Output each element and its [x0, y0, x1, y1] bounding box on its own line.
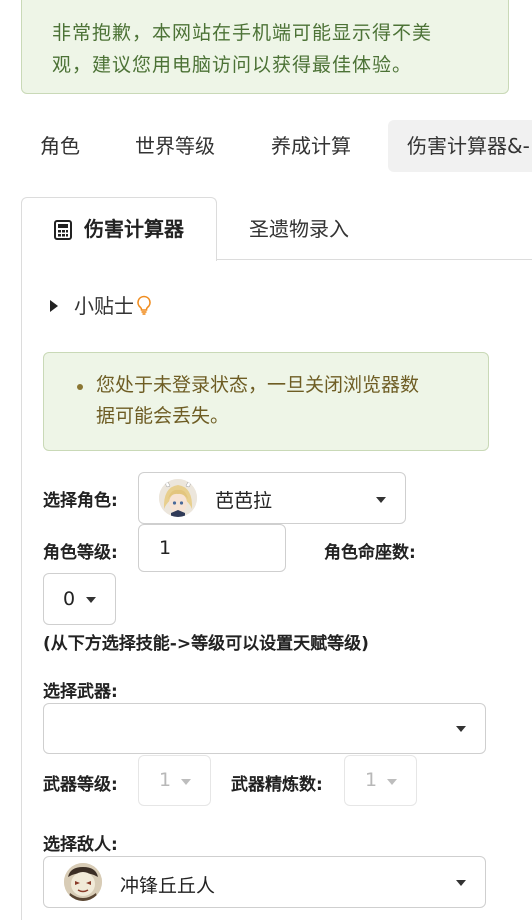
chevron-down-icon [376, 497, 386, 503]
tips-toggle[interactable]: 小贴士 [50, 290, 152, 322]
chevron-down-icon [387, 779, 397, 785]
enemy-select[interactable]: 冲锋丘丘人 [43, 856, 486, 908]
chevron-down-icon [456, 880, 466, 886]
level-label: 角色等级: [43, 543, 118, 563]
subtab-damage-calculator-label: 伤害计算器 [84, 217, 184, 241]
tips-label: 小贴士 [74, 294, 134, 318]
weapon-level-value: 1 [159, 769, 172, 791]
enemy-avatar [64, 863, 102, 901]
enemy-label: 选择敌人: [43, 835, 118, 855]
constellation-label: 角色命座数: [324, 543, 416, 563]
lightbulb-icon [137, 295, 151, 315]
bullet-dot [77, 384, 83, 390]
level-value: 1 [159, 537, 172, 559]
calculator-icon [54, 220, 72, 240]
alert-line-1: 您处于未登录状态，一旦关闭浏览器数 [96, 374, 420, 396]
hilichurl-portrait-icon [64, 863, 102, 901]
chevron-down-icon [456, 726, 466, 732]
tab-world-level[interactable]: 世界等级 [135, 120, 215, 172]
weapon-level-select[interactable]: 1 [138, 755, 211, 806]
refine-label: 武器精炼数: [231, 775, 323, 795]
notice-line-1: 非常抱歉，本网站在手机端可能显示得不美 [52, 22, 433, 44]
alert-line-2: 据可能会丢失。 [96, 405, 230, 427]
top-tab-bar: 角色 世界等级 养成计算 伤害计算器&- [0, 120, 532, 172]
enemy-value: 冲锋丘丘人 [120, 875, 216, 897]
character-label: 选择角色: [43, 491, 118, 511]
weapon-label: 选择武器: [43, 682, 118, 702]
subtab-damage-calculator[interactable]: 伤害计算器 [21, 197, 217, 261]
chevron-down-icon [86, 597, 96, 603]
character-avatar [159, 479, 197, 517]
chevron-down-icon [181, 779, 191, 785]
notice-line-2: 观，建议您用电脑访问以获得最佳体验。 [52, 54, 413, 76]
character-value: 芭芭拉 [215, 490, 273, 512]
constellation-value: 0 [63, 588, 76, 610]
constellation-select[interactable]: 0 [43, 573, 116, 625]
refine-select[interactable]: 1 [344, 755, 417, 806]
weapon-level-label: 武器等级: [43, 775, 118, 795]
weapon-select[interactable] [43, 703, 486, 754]
tab-character[interactable]: 角色 [40, 120, 80, 172]
talent-hint-text: (从下方选择技能->等级可以设置天赋等级) [43, 634, 369, 654]
barbara-portrait-icon [159, 479, 197, 517]
tab-damage-calc[interactable]: 伤害计算器&- [388, 120, 532, 172]
mobile-notice-banner: 非常抱歉，本网站在手机端可能显示得不美 观，建议您用电脑访问以获得最佳体验。 [21, 0, 509, 94]
tab-build-calc[interactable]: 养成计算 [271, 120, 351, 172]
disclosure-triangle-icon [50, 299, 58, 312]
login-warning-alert: 您处于未登录状态，一旦关闭浏览器数 据可能会丢失。 [43, 352, 489, 451]
refine-value: 1 [365, 769, 378, 791]
level-input[interactable]: 1 [138, 524, 286, 572]
subtab-artifact-entry[interactable]: 圣遗物录入 [249, 197, 349, 261]
character-select[interactable]: 芭芭拉 [138, 472, 406, 524]
